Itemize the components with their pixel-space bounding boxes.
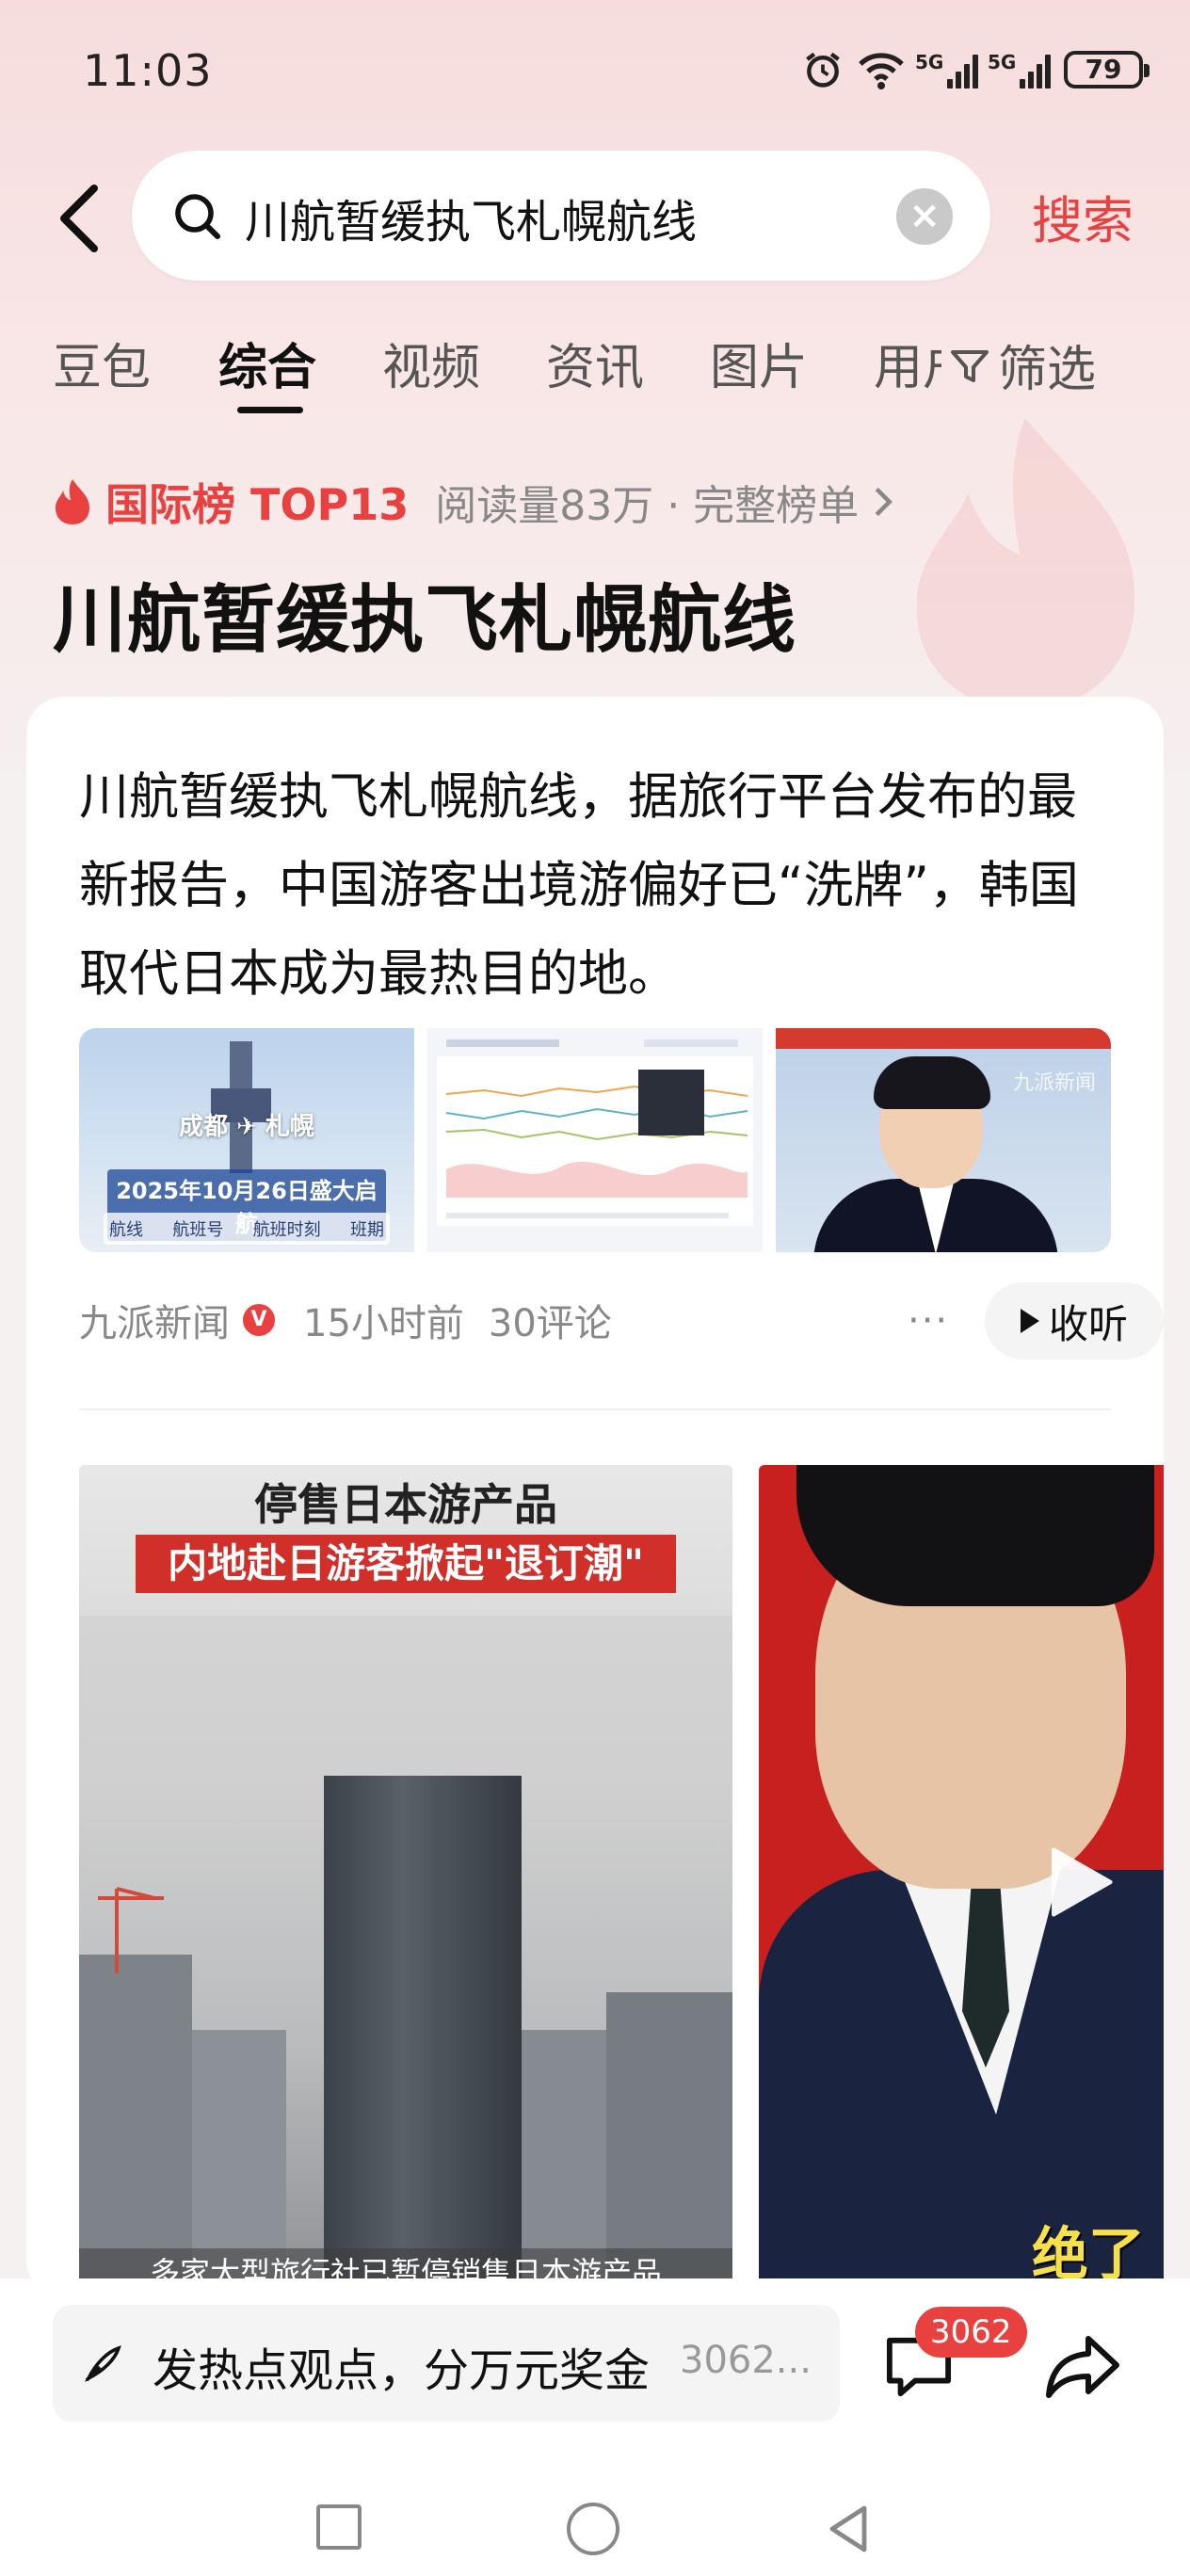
route-caption: 成都 ✈ 札幌: [179, 1113, 314, 1141]
cell-signal-1-icon: 5G: [915, 51, 978, 89]
system-nav-bar: [0, 2486, 1190, 2576]
anchor-banner: [776, 1028, 1111, 1049]
more-options-icon[interactable]: ···: [908, 1299, 949, 1343]
tab-users[interactable]: 用户: [874, 328, 941, 398]
pen-icon: [84, 2345, 121, 2383]
article-meta: 九派新闻 V 15小时前 30评论 ··· 收听: [79, 1282, 1164, 1360]
building: [79, 1955, 192, 2297]
article-summary[interactable]: 川航暂缓执飞札幌航线，据旅行平台发布的最新报告，中国游客出境游偏好已“洗牌”，韩…: [79, 753, 1115, 1019]
comment-input[interactable]: 发热点观点，分万元奖金 3062...: [53, 2305, 840, 2422]
publish-time: 15小时前: [303, 1302, 464, 1345]
divider: [79, 1409, 1111, 1410]
share-icon[interactable]: [1043, 2331, 1122, 2403]
news-watermark: 九派新闻: [1012, 1071, 1096, 1095]
source-name[interactable]: 九派新闻: [79, 1293, 230, 1347]
comment-count[interactable]: 30评论: [489, 1293, 612, 1347]
status-bar: 11:03 5G 5G 79: [0, 0, 1190, 141]
flight-info-row: 航线 航班号 航班时刻 班期: [104, 1213, 390, 1245]
thumbnail-line-chart[interactable]: [427, 1028, 763, 1252]
recent-apps-icon[interactable]: [316, 2504, 362, 2550]
thumbnail-news-anchor[interactable]: 九派新闻: [776, 1028, 1111, 1252]
listen-label: 收听: [1048, 1300, 1128, 1347]
bottom-bar: 发热点观点，分万元奖金 3062... 3062: [0, 2278, 1190, 2576]
verified-badge-icon: V: [243, 1304, 275, 1336]
video-tile-2[interactable]: 绝了: [759, 1465, 1164, 2297]
active-tab-indicator: [237, 407, 303, 413]
listen-button[interactable]: 收听: [985, 1282, 1164, 1360]
tab-news[interactable]: 资讯: [546, 328, 644, 398]
home-icon[interactable]: [567, 2503, 619, 2555]
comment-placeholder: 发热点观点，分万元奖金: [153, 2344, 651, 2397]
status-icons: 5G 5G 79: [802, 49, 1150, 90]
filter-label: 筛选: [998, 342, 1097, 398]
skyscraper: [324, 1776, 522, 2297]
search-button[interactable]: 搜索: [1032, 179, 1134, 253]
nav-days: 班期: [349, 1220, 384, 1240]
nav-route: 航线: [109, 1220, 143, 1240]
status-time: 11:03: [83, 45, 213, 96]
wifi-icon: [859, 53, 904, 89]
ranking-tag: 国际榜 TOP13: [105, 479, 410, 530]
comment-count-badge: 3062: [915, 2307, 1027, 2358]
flame-decoration: [916, 417, 1135, 711]
search-icon: [175, 194, 221, 240]
clear-search-icon[interactable]: ×: [896, 188, 953, 245]
topic-title: 川航暂缓执飞札幌航线: [53, 578, 797, 663]
tab-images[interactable]: 图片: [710, 328, 808, 398]
chart-screenshot: [437, 1039, 753, 1226]
play-icon: [1020, 1309, 1039, 1333]
flame-icon: [56, 479, 89, 524]
article-thumbnails[interactable]: 成都 ✈ 札幌 2025年10月26日盛大启航 航线 航班号 航班时刻 班期: [79, 1028, 1111, 1252]
comment-count-preview: 3062...: [680, 2339, 812, 2382]
nav-flight-no: 航班号: [172, 1220, 224, 1240]
anchor-hair: [874, 1056, 990, 1109]
tab-comprehensive[interactable]: 综合: [218, 328, 316, 398]
play-icon[interactable]: [1037, 1842, 1118, 1923]
nav-schedule: 航班时刻: [252, 1220, 321, 1240]
chevron-right-icon: [875, 487, 893, 517]
alarm-icon: [806, 52, 840, 88]
search-input[interactable]: [243, 179, 906, 256]
search-bar[interactable]: ×: [132, 151, 990, 281]
speaker-hair: [796, 1465, 1154, 1606]
result-card: 川航暂缓执飞札幌航线，据旅行平台发布的最新报告，中国游客出境游偏好已“洗牌”，韩…: [26, 697, 1164, 2297]
filter-icon: [951, 349, 989, 382]
tab-doubao[interactable]: 豆包: [53, 328, 151, 398]
system-back-icon[interactable]: [823, 2503, 876, 2555]
cell-signal-2-icon: 5G: [988, 51, 1051, 89]
crane-graphic: [98, 1887, 164, 1973]
video-headline-red: 内地赴日游客掀起"退订潮": [136, 1535, 676, 1593]
back-arrow-icon[interactable]: [56, 181, 102, 256]
ranking-line[interactable]: 国际榜 TOP13 阅读量83万 · 完整榜单: [53, 471, 896, 533]
video-headline-top: 停售日本游产品: [254, 1479, 557, 1530]
tab-video[interactable]: 视频: [382, 328, 480, 398]
ranking-meta: 阅读量83万 · 完整榜单: [435, 482, 860, 530]
battery-icon: 79: [1064, 51, 1150, 89]
video-tile-1[interactable]: 停售日本游产品 内地赴日游客掀起"退订潮" 多家大型旅行社已暂停销售日本游产品: [79, 1465, 732, 2297]
thumbnail-flight-poster[interactable]: 成都 ✈ 札幌 2025年10月26日盛大启航 航线 航班号 航班时刻 班期: [79, 1028, 414, 1252]
filter-button[interactable]: 筛选: [947, 330, 1096, 400]
